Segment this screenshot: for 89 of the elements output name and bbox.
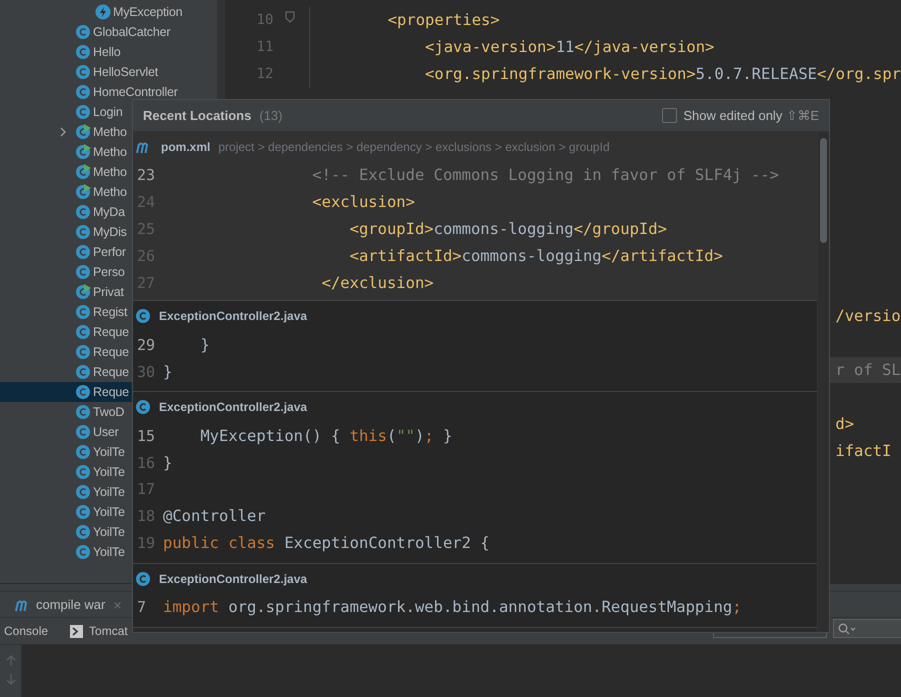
tree-item-label: MyDis — [93, 225, 127, 239]
line-number: 15 — [136, 426, 156, 445]
fold-icon[interactable] — [285, 11, 296, 23]
class-icon — [135, 308, 151, 324]
tree-item-label: Metho — [93, 185, 127, 199]
tree-item-label: YoilTe — [93, 525, 125, 539]
scrollbar-thumb[interactable] — [820, 138, 827, 243]
tree-item[interactable]: HelloServlet — [0, 62, 218, 82]
search-field[interactable] — [833, 619, 901, 638]
tree-item-label: YoilTe — [93, 505, 125, 519]
popup-title: Recent Locations — [143, 108, 252, 123]
line-number: 16 — [136, 454, 156, 472]
location-entry[interactable]: ExceptionController2.java 15 MyException() { this(""); } 16 } 17 18 @Controller 19 public class ExceptionController2 { — [133, 392, 817, 564]
tool-tab[interactable]: Tomcat — [52, 624, 128, 638]
line-number: 17 — [136, 480, 156, 498]
tree-item-label: Login — [93, 105, 123, 119]
file-name: ExceptionController2.java — [159, 309, 308, 324]
code-line: <org.springframework-version>5.0.7.RELEASE</org.spr — [424, 65, 901, 84]
file-name: ExceptionController2.java — [159, 400, 308, 414]
class-icon — [135, 399, 151, 416]
code-line: </exclusion> — [320, 274, 434, 292]
code-line: import org.springframework.web.bind.annotation.RequestMapping; — [163, 598, 742, 616]
search-icon — [838, 622, 856, 634]
tool-tab[interactable]: Console — [0, 624, 48, 638]
terminal-icon — [70, 624, 84, 638]
tree-item-label: Metho — [93, 165, 127, 179]
location-entry[interactable]: ExceptionController2.java 7 import org.springframework.web.bind.annotation.RequestMapping; — [133, 564, 817, 628]
line-number: 29 — [136, 336, 156, 354]
location-entry[interactable]: ExceptionController2.java 29 } 30 } — [133, 301, 817, 392]
tree-item-label: Reque — [93, 365, 129, 379]
up-arrow-icon[interactable] — [6, 655, 16, 667]
tree-item-label: User — [93, 425, 119, 439]
file-name: ExceptionController2.java — [159, 572, 308, 586]
code-line: <groupId>commons-logging</groupId> — [348, 220, 667, 238]
run-tab-label: compile war — [36, 597, 106, 612]
tree-item[interactable]: Hello — [0, 42, 218, 62]
tree-item-label: Metho — [93, 145, 127, 159]
code-line: <artifactId>commons-logging</artifactId> — [348, 247, 723, 266]
tree-item-label: YoilTe — [93, 545, 125, 559]
code-line: } — [163, 362, 172, 381]
tree-item-label: TwoD — [93, 405, 124, 419]
code-line: <properties> — [386, 11, 500, 30]
tree-item[interactable]: Metho — [0, 122, 218, 142]
line-number: 12 — [256, 66, 274, 82]
shortcut-hint: ⇧⌘E — [786, 108, 819, 123]
tree-item[interactable]: MyException — [0, 2, 218, 22]
code-line: public class ExceptionController2 { — [163, 534, 490, 552]
code-line: } — [163, 454, 172, 472]
tree-item-label: Perfor — [93, 245, 126, 259]
tree-item-label: Reque — [93, 385, 129, 399]
tree-item-label: YoilTe — [93, 445, 125, 459]
tree-item-label: Perso — [93, 265, 125, 279]
location-entry[interactable] — [133, 132, 817, 302]
checkbox-label: Show edited only — [683, 108, 782, 123]
code-line: <exclusion> — [311, 193, 415, 212]
tree-item-label: GlobalCatcher — [93, 25, 170, 39]
chevron-icon[interactable] — [58, 127, 68, 137]
down-arrow-icon[interactable] — [6, 673, 16, 685]
tree-item-label: Reque — [93, 345, 129, 359]
tree-item-label: YoilTe — [93, 485, 125, 499]
tree-item-label: Regist — [93, 305, 128, 319]
tree-item-label: MyException — [113, 5, 182, 19]
checkbox[interactable] — [662, 108, 678, 123]
location-count: (13) — [259, 108, 282, 123]
line-number: 10 — [256, 12, 274, 28]
code-line: <java-version>11</java-version> — [424, 38, 714, 56]
line-number: 23 — [136, 166, 156, 184]
code-line: <!-- Exclude Commons Logging in favor of SLF4j --> — [311, 166, 779, 184]
tree-item-label: MyDa — [93, 205, 125, 219]
line-number: 7 — [136, 598, 148, 616]
tree-item-label: Metho — [93, 125, 127, 139]
tree-item-label: Privat — [93, 285, 124, 299]
tree-item-label: HelloServlet — [93, 65, 158, 79]
code-line: @Controller — [163, 507, 266, 526]
tree-item-label: HomeController — [93, 85, 178, 99]
tree-item[interactable]: GlobalCatcher — [0, 22, 218, 42]
breadcrumb: project > dependencies > dependency > exclusions > exclusion > groupId — [218, 140, 610, 154]
file-name: pom.xml — [161, 140, 210, 154]
code-line: MyException() { this(""); } — [199, 426, 452, 445]
line-number: 18 — [136, 507, 156, 526]
tree-item-label: Reque — [93, 325, 129, 339]
tree-item[interactable]: HomeController — [0, 82, 218, 102]
class-icon — [135, 570, 151, 587]
line-number: 11 — [256, 39, 274, 56]
code-line: } — [199, 336, 210, 354]
line-number: 19 — [136, 534, 156, 552]
tree-item-label: YoilTe — [93, 465, 125, 479]
tree-item-label: Hello — [93, 45, 120, 59]
line-number: 30 — [136, 362, 156, 381]
